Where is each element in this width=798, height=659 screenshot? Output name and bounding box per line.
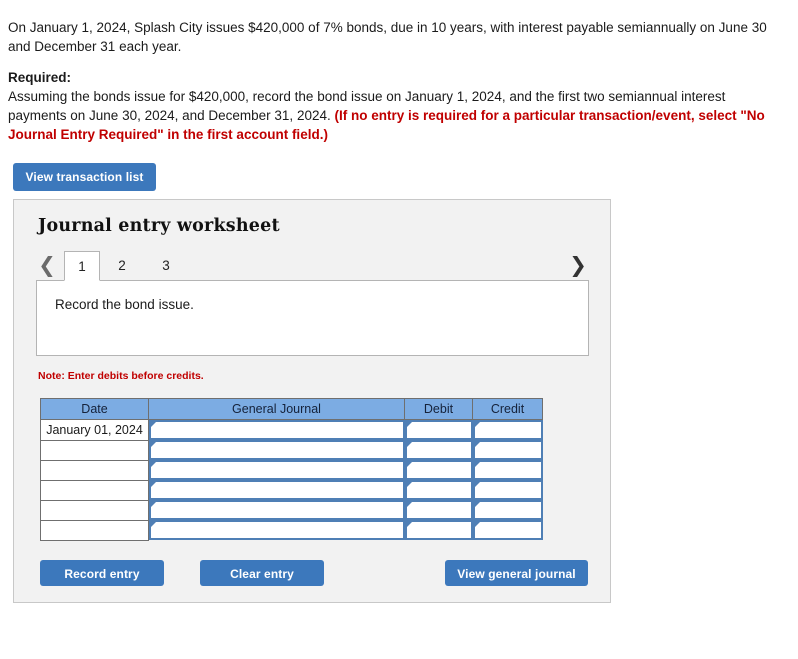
table-row (40, 459, 543, 481)
credit-input-box[interactable] (472, 480, 543, 500)
column-header-debit: Debit (404, 398, 473, 420)
credit-input[interactable] (472, 500, 543, 520)
credit-input[interactable] (472, 419, 543, 440)
date-cell[interactable] (40, 479, 149, 501)
general-journal-input[interactable] (148, 480, 405, 500)
debit-input-box[interactable] (404, 520, 473, 540)
general-journal-input-box[interactable] (149, 500, 405, 520)
debit-input-box[interactable] (404, 500, 473, 520)
table-row (40, 499, 543, 521)
column-header-date: Date (40, 398, 149, 420)
debit-input[interactable] (404, 419, 473, 440)
general-journal-input-box[interactable] (149, 520, 405, 540)
credit-input[interactable] (472, 440, 543, 460)
general-journal-input-box[interactable] (149, 460, 405, 480)
general-journal-input[interactable] (148, 500, 405, 520)
credit-input[interactable] (472, 460, 543, 480)
general-journal-input[interactable] (148, 460, 405, 480)
journal-entry-worksheet-panel: Journal entry worksheet ❮ 1 2 3 ❯ Record… (13, 199, 611, 603)
debit-input[interactable] (404, 480, 473, 500)
table-row (40, 479, 543, 501)
debit-input-box[interactable] (404, 420, 473, 440)
credit-input-box[interactable] (472, 500, 543, 520)
instruction-box: Record the bond issue. (36, 280, 589, 356)
debit-input-box[interactable] (404, 460, 473, 480)
clear-entry-button[interactable]: Clear entry (200, 560, 324, 586)
table-row: January 01, 2024 (40, 419, 543, 441)
chevron-left-icon[interactable]: ❮ (36, 251, 58, 281)
tab-3[interactable]: 3 (148, 251, 184, 281)
table-row (40, 519, 543, 541)
table-header-row: Date General Journal Debit Credit (40, 398, 543, 420)
worksheet-title: Journal entry worksheet (38, 216, 280, 236)
credit-input-box[interactable] (472, 440, 543, 460)
tab-1[interactable]: 1 (64, 251, 100, 281)
worksheet-tabstrip: ❮ 1 2 3 ❯ (36, 251, 589, 281)
general-journal-input[interactable] (148, 520, 405, 540)
debit-input-box[interactable] (404, 440, 473, 460)
debit-input[interactable] (404, 440, 473, 460)
date-cell[interactable] (40, 519, 149, 541)
chevron-right-icon[interactable]: ❯ (567, 251, 589, 281)
required-label: Required: (8, 70, 72, 85)
debit-input[interactable] (404, 500, 473, 520)
debit-input[interactable] (404, 460, 473, 480)
date-cell[interactable] (40, 499, 149, 521)
debit-input[interactable] (404, 520, 473, 540)
credit-input-box[interactable] (472, 460, 543, 480)
general-journal-input-box[interactable] (149, 440, 405, 460)
credit-input-box[interactable] (472, 520, 543, 540)
view-general-journal-button[interactable]: View general journal (445, 560, 588, 586)
column-header-credit: Credit (472, 398, 543, 420)
general-journal-input[interactable] (148, 419, 405, 440)
record-entry-button[interactable]: Record entry (40, 560, 164, 586)
credit-input[interactable] (472, 480, 543, 500)
date-cell[interactable] (40, 439, 149, 461)
journal-entry-table: Date General Journal Debit Credit Januar… (40, 398, 543, 541)
required-section: Required: Assuming the bonds issue for $… (8, 68, 786, 144)
credit-input[interactable] (472, 520, 543, 540)
credit-input-box[interactable] (472, 420, 543, 440)
date-cell[interactable]: January 01, 2024 (40, 419, 149, 441)
problem-statement: On January 1, 2024, Splash City issues $… (8, 20, 767, 54)
instruction-text: Record the bond issue. (55, 297, 194, 312)
debit-input-box[interactable] (404, 480, 473, 500)
general-journal-input-box[interactable] (149, 420, 405, 440)
view-transaction-list-button[interactable]: View transaction list (13, 163, 156, 191)
general-journal-input-box[interactable] (149, 480, 405, 500)
date-cell[interactable] (40, 459, 149, 481)
general-journal-input[interactable] (148, 440, 405, 460)
tab-2[interactable]: 2 (104, 251, 140, 281)
table-row (40, 439, 543, 461)
debits-before-credits-note: Note: Enter debits before credits. (38, 370, 204, 382)
column-header-general-journal: General Journal (148, 398, 405, 420)
